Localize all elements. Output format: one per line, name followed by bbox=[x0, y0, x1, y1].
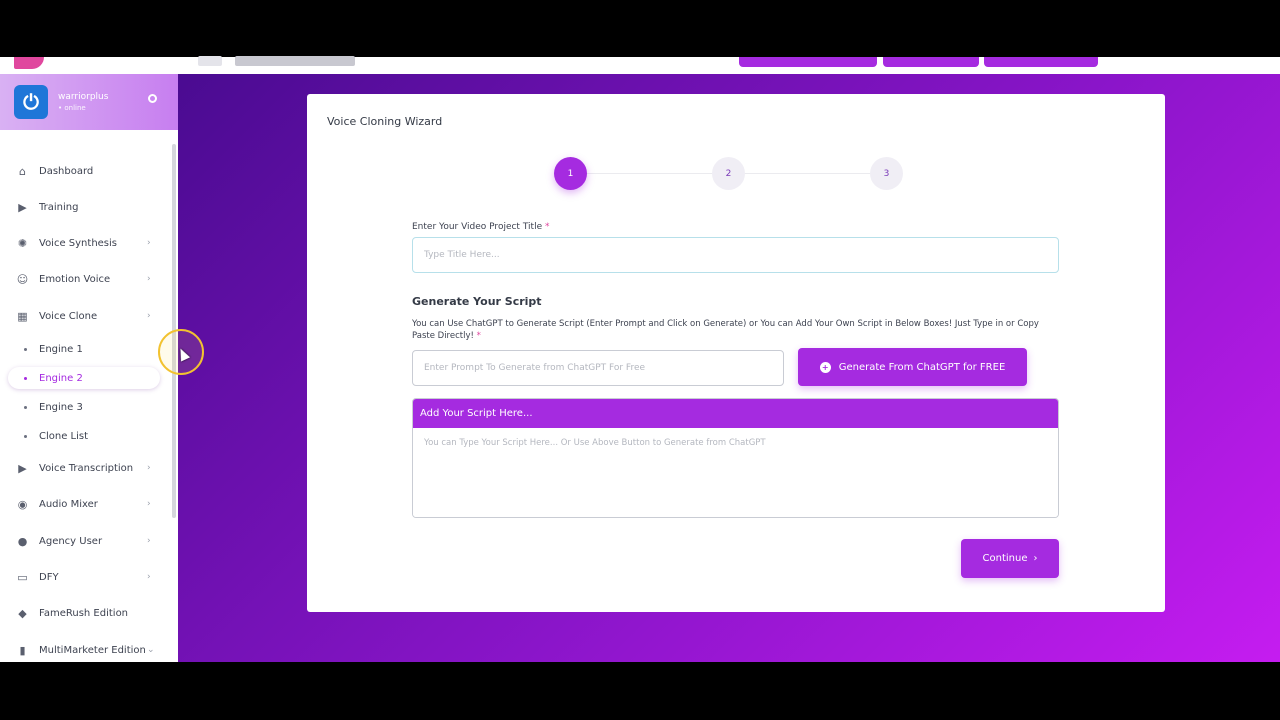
sidebar-item-agency-user[interactable]: ● Agency User › bbox=[0, 526, 170, 556]
chevron-right-icon: › bbox=[147, 536, 151, 546]
chevron-right-icon: › bbox=[147, 572, 151, 582]
header-button-3[interactable] bbox=[984, 57, 1098, 67]
diamond-icon: ◆ bbox=[18, 606, 27, 620]
play-icon: ▶ bbox=[18, 200, 27, 214]
sidebar-item-dfy[interactable]: ▭ DFY › bbox=[0, 562, 170, 592]
sidebar-item-dashboard[interactable]: ⌂ Dashboard bbox=[0, 156, 170, 186]
user-icon: ● bbox=[17, 534, 28, 548]
bullet-icon bbox=[24, 434, 27, 438]
header-button-1[interactable] bbox=[739, 57, 877, 67]
sidebar-item-audio-mixer[interactable]: ◉ Audio Mixer › bbox=[0, 489, 170, 519]
continue-button-label: Continue bbox=[982, 553, 1028, 564]
sidebar-subitem-label: Clone List bbox=[39, 430, 89, 442]
project-title-input[interactable] bbox=[412, 237, 1059, 273]
wizard-card: Voice Cloning Wizard 1 2 3 Enter Your Vi… bbox=[307, 94, 1165, 612]
chatgpt-prompt-input[interactable] bbox=[412, 350, 784, 386]
sidebar-item-label: Training bbox=[39, 201, 79, 213]
script-box: Add Your Script Here... bbox=[412, 398, 1059, 518]
chevron-right-icon: › bbox=[147, 499, 151, 509]
sidebar-subitem-engine-3[interactable]: Engine 3 bbox=[8, 396, 160, 418]
required-mark: * bbox=[476, 331, 481, 341]
script-box-header: Add Your Script Here... bbox=[413, 399, 1058, 428]
generate-chatgpt-button[interactable]: + Generate From ChatGPT for FREE bbox=[798, 348, 1027, 386]
sidebar-item-emotion-voice[interactable]: ☺ Emotion Voice › bbox=[0, 264, 170, 294]
chevron-right-icon: › bbox=[147, 238, 151, 248]
step-connector bbox=[745, 173, 870, 174]
sidebar-subitem-engine-1[interactable]: Engine 1 bbox=[8, 338, 160, 360]
video-letterbox-top bbox=[0, 0, 1280, 57]
sidebar-item-label: MultiMarketer Edition bbox=[39, 644, 146, 656]
continue-button[interactable]: Continue › bbox=[961, 539, 1059, 578]
settings-icon[interactable] bbox=[148, 94, 157, 103]
step-1-indicator[interactable]: 1 bbox=[554, 157, 587, 190]
smile-icon: ☺ bbox=[16, 272, 29, 286]
sidebar-item-voice-synthesis[interactable]: ✺ Voice Synthesis › bbox=[0, 228, 170, 258]
sidebar-item-label: Emotion Voice bbox=[39, 273, 111, 285]
sidebar-item-label: Voice Transcription bbox=[39, 462, 134, 474]
script-description-text: You can Use ChatGPT to Generate Script (… bbox=[412, 319, 1039, 341]
home-icon: ⌂ bbox=[19, 164, 26, 178]
generate-button-label: Generate From ChatGPT for FREE bbox=[838, 361, 1006, 373]
chevron-down-icon: › bbox=[147, 311, 151, 321]
script-textarea[interactable] bbox=[413, 428, 1058, 517]
sidebar-item-multimarketer-edition[interactable]: ▮ MultiMarketer Edition ⌄ bbox=[0, 635, 170, 662]
header-button-2[interactable] bbox=[883, 57, 979, 67]
script-heading: Generate Your Script bbox=[412, 295, 542, 308]
breadcrumb-current bbox=[235, 56, 355, 66]
step-3-indicator[interactable]: 3 bbox=[870, 157, 903, 190]
sidebar-subitem-label: Engine 2 bbox=[39, 372, 83, 384]
chevron-right-icon: › bbox=[147, 463, 151, 473]
bullet-icon bbox=[24, 347, 27, 351]
waveform-icon: ✺ bbox=[17, 236, 28, 250]
sidebar-item-label: FameRush Edition bbox=[39, 607, 129, 619]
plus-circle-icon: + bbox=[819, 361, 831, 373]
grid-icon: ▦ bbox=[17, 309, 28, 323]
script-description: You can Use ChatGPT to Generate Script (… bbox=[412, 318, 1062, 342]
step-connector bbox=[587, 173, 712, 174]
sidebar-item-label: Dashboard bbox=[39, 165, 94, 177]
sidebar-item-voice-clone[interactable]: ▦ Voice Clone › bbox=[0, 301, 170, 331]
bars-icon: ▮ bbox=[19, 643, 26, 657]
transcript-icon: ▶ bbox=[18, 461, 27, 475]
wizard-title: Voice Cloning Wizard bbox=[327, 115, 443, 128]
breadcrumb-home[interactable] bbox=[198, 56, 222, 66]
sidebar-item-label: Voice Synthesis bbox=[39, 237, 118, 249]
mixer-icon: ◉ bbox=[17, 497, 28, 511]
sidebar-subitem-clone-list[interactable]: Clone List bbox=[8, 425, 160, 447]
sidebar-item-famerush-edition[interactable]: ◆ FameRush Edition bbox=[0, 598, 170, 628]
chevron-down-icon: ⌄ bbox=[147, 645, 155, 655]
profile-name: warriorplus bbox=[58, 92, 109, 102]
project-title-label: Enter Your Video Project Title * bbox=[412, 222, 549, 232]
sidebar: ⏻ warriorplus • online ⌂ Dashboard ▶ Tra… bbox=[0, 74, 178, 662]
profile-status: • online bbox=[58, 104, 86, 112]
chevron-right-icon: › bbox=[1033, 553, 1038, 564]
bullet-icon bbox=[24, 405, 27, 409]
power-icon[interactable]: ⏻ bbox=[14, 85, 48, 119]
monitor-icon: ▭ bbox=[17, 570, 28, 584]
sidebar-item-label: Agency User bbox=[39, 535, 103, 547]
required-mark: * bbox=[544, 222, 550, 232]
bullet-icon bbox=[24, 376, 27, 380]
video-letterbox-bottom bbox=[0, 662, 1280, 720]
sidebar-subitem-engine-2[interactable]: Engine 2 bbox=[8, 367, 160, 389]
sidebar-item-voice-transcription[interactable]: ▶ Voice Transcription › bbox=[0, 453, 170, 483]
sidebar-item-training[interactable]: ▶ Training bbox=[0, 192, 170, 222]
project-title-label-text: Enter Your Video Project Title bbox=[412, 222, 543, 232]
sidebar-item-label: Audio Mixer bbox=[39, 498, 98, 510]
sidebar-subitem-label: Engine 3 bbox=[39, 401, 83, 413]
sidebar-item-label: Voice Clone bbox=[39, 310, 98, 322]
sidebar-subitem-label: Engine 1 bbox=[39, 343, 83, 355]
chevron-right-icon: › bbox=[147, 274, 151, 284]
sidebar-item-label: DFY bbox=[39, 571, 59, 583]
profile-panel: ⏻ warriorplus • online bbox=[0, 74, 178, 130]
step-2-indicator[interactable]: 2 bbox=[712, 157, 745, 190]
